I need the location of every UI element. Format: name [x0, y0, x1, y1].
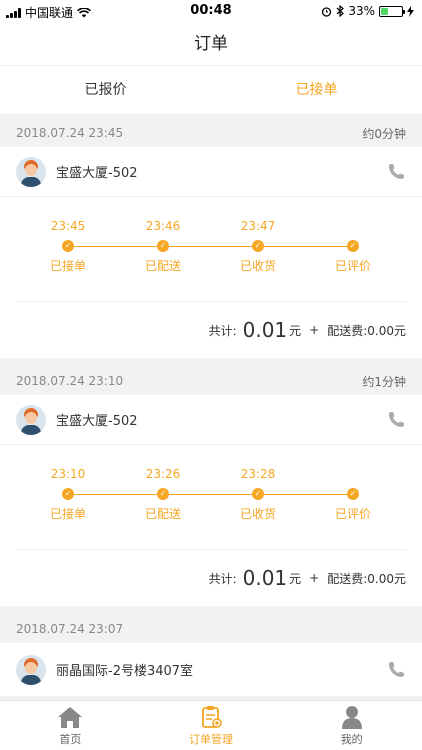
charging-icon: [407, 5, 414, 17]
bottom-tab-bar: 首页 订单管理 我的: [0, 700, 422, 750]
total-label: 共计:: [208, 323, 237, 338]
order-datetime: 2018.07.24 23:10: [16, 374, 124, 388]
status-right: 33%: [321, 4, 414, 18]
step-time: 23:46: [145, 219, 181, 233]
order-address: 宝盛大厦-502: [56, 414, 138, 429]
tabbar-home[interactable]: 首页: [0, 701, 141, 750]
step-label: 已收货: [239, 259, 276, 273]
timeline-line: [68, 494, 354, 495]
tabbar-orders[interactable]: 订单管理: [141, 701, 282, 750]
order-address-row: 宝盛大厦-502: [0, 395, 422, 445]
order-header: 2018.07.24 23:45 约0分钟: [0, 119, 422, 147]
nav-title: 订单: [0, 22, 422, 66]
check-icon: ✓: [157, 240, 169, 252]
bluetooth-icon: [336, 5, 345, 17]
step-time: 23:26: [145, 467, 181, 481]
check-icon: ✓: [62, 240, 74, 252]
step-label: 已接单: [49, 259, 86, 273]
order-total-row: 共计: 0.01 元 + 配送费: 0.00元: [0, 550, 422, 606]
delivery-label: 配送费:: [327, 323, 368, 338]
order-list: 2018.07.24 23:45 约0分钟 宝盛大厦-502 23:45 ✓ 已接单…: [0, 119, 422, 706]
avatar: [16, 654, 46, 685]
check-icon: ✓: [62, 488, 74, 500]
step-time: 23:28: [240, 467, 276, 481]
avatar: [16, 404, 46, 435]
step-label: 已评价: [334, 507, 371, 521]
order-timeline: 23:45 ✓ 已接单 23:46 ✓ 已配送 23:47 ✓ 已收货 ✓ 已评价: [16, 197, 406, 302]
delivery-fee: 0.00元: [367, 323, 406, 338]
timeline-line: [68, 246, 354, 247]
total-amount: 0.01: [242, 318, 288, 342]
tabbar-me[interactable]: 我的: [281, 701, 422, 750]
total-label: 共计:: [208, 571, 237, 586]
step-label: 已收货: [239, 507, 276, 521]
order-datetime: 2018.07.24 23:07: [16, 622, 124, 636]
tab-accepted[interactable]: 已接单: [211, 66, 422, 114]
order-timeline: 23:10 ✓ 已接单 23:26 ✓ 已配送 23:28 ✓ 已收货 ✓ 已评价: [16, 445, 406, 550]
total-amount: 0.01: [242, 566, 288, 590]
order-icon: [202, 706, 222, 728]
step-time: 23:10: [50, 467, 86, 481]
user-icon: [341, 706, 362, 729]
order-address-row: 丽晶国际-2号楼3407室: [0, 643, 422, 697]
app-root: 中国联通 00:48 33% 订单 已报价 已接单 2018.07.24 23:…: [0, 0, 422, 750]
avatar: [16, 156, 46, 187]
check-icon: ✓: [252, 488, 264, 500]
phone-icon[interactable]: [386, 410, 406, 430]
check-icon: ✓: [347, 240, 359, 252]
step-label: 已评价: [334, 259, 371, 273]
step-time: 23:45: [50, 219, 86, 233]
order-card[interactable]: 2018.07.24 23:45 约0分钟 宝盛大厦-502 23:45 ✓ 已接单…: [0, 119, 422, 358]
order-eta: 约0分钟: [362, 126, 406, 141]
alarm-icon: [322, 6, 332, 17]
total-unit: 元: [289, 571, 302, 586]
tabbar-home-label: 首页: [59, 733, 82, 746]
step-label: 已配送: [144, 259, 181, 273]
phone-icon[interactable]: [386, 162, 406, 182]
battery-icon: [379, 5, 405, 17]
order-datetime: 2018.07.24 23:45: [16, 126, 124, 140]
step-label: 已接单: [49, 507, 86, 521]
order-eta: 约1分钟: [362, 374, 406, 389]
status-bar: 中国联通 00:48 33%: [0, 0, 422, 22]
order-address: 宝盛大厦-502: [56, 166, 138, 181]
step-label: 已配送: [144, 507, 181, 521]
tabbar-me-label: 我的: [340, 733, 363, 746]
plus-sign: +: [309, 571, 320, 585]
order-total-row: 共计: 0.01 元 + 配送费: 0.00元: [0, 302, 422, 358]
tab-quoted[interactable]: 已报价: [0, 66, 211, 114]
step-time: 23:47: [240, 219, 276, 233]
order-card[interactable]: 2018.07.24 23:07 丽晶国际-2号楼3407室: [0, 615, 422, 697]
check-icon: ✓: [347, 488, 359, 500]
order-address-row: 宝盛大厦-502: [0, 147, 422, 197]
check-icon: ✓: [252, 240, 264, 252]
order-card[interactable]: 2018.07.24 23:10 约1分钟 宝盛大厦-502 23:10 ✓ 已接单…: [0, 367, 422, 606]
order-status-tabs: 已报价 已接单: [0, 66, 422, 114]
order-address: 丽晶国际-2号楼3407室: [56, 664, 194, 679]
tabbar-orders-label: 订单管理: [189, 733, 233, 746]
check-icon: ✓: [157, 488, 169, 500]
order-header: 2018.07.24 23:10 约1分钟: [0, 367, 422, 395]
plus-sign: +: [309, 323, 320, 337]
phone-icon[interactable]: [386, 660, 406, 680]
delivery-label: 配送费:: [327, 571, 368, 586]
home-icon: [58, 707, 83, 728]
order-header: 2018.07.24 23:07: [0, 615, 422, 643]
battery-percent: 33%: [348, 4, 375, 18]
total-unit: 元: [289, 323, 302, 338]
delivery-fee: 0.00元: [367, 571, 406, 586]
